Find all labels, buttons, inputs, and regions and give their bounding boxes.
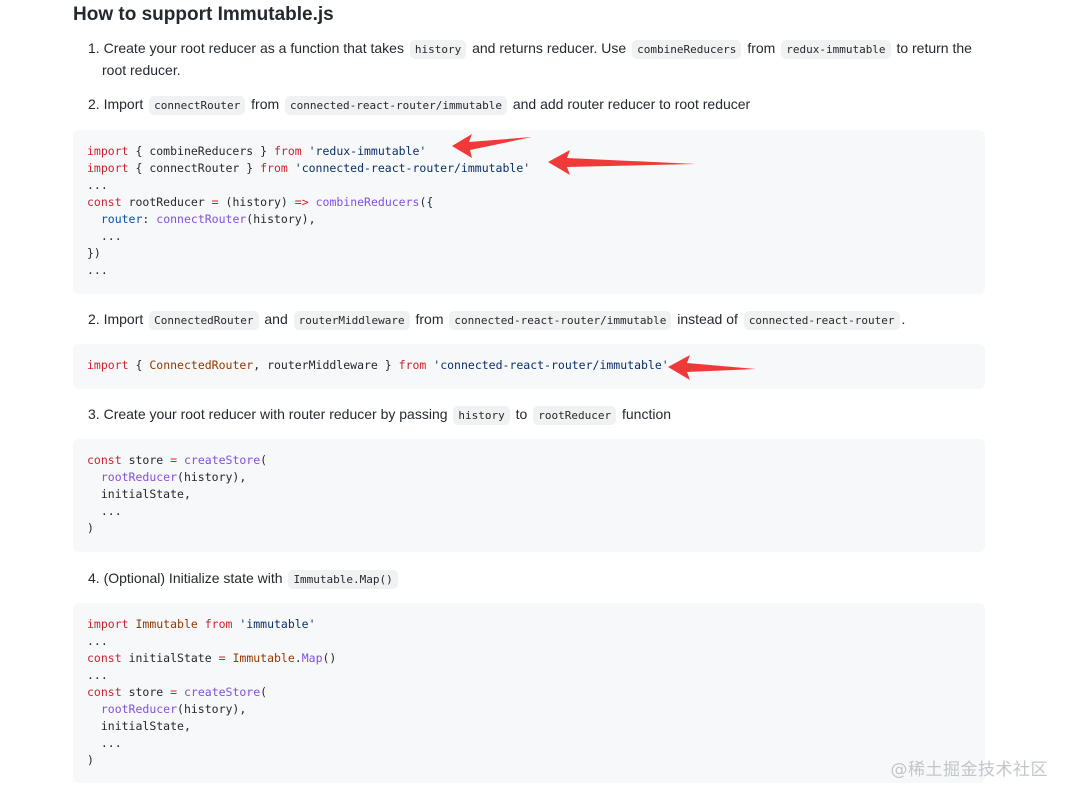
step-4: 4. (Optional) Initialize state with Immu… [88, 568, 400, 590]
inline-code: rootReducer [533, 406, 617, 425]
section-heading: How to support Immutable.js [73, 4, 334, 25]
step-2-import-connected-router: 2. Import ConnectedRouter and routerMidd… [88, 309, 905, 331]
watermark: @稀土掘金技术社区 [890, 760, 1048, 780]
step-3: 3. Create your root reducer with router … [88, 404, 671, 426]
inline-code: history [453, 406, 510, 425]
red-arrow-icon [548, 150, 696, 175]
inline-code: connected-react-router/immutable [285, 96, 507, 115]
step-2-import-connect-router: 2. Import connectRouter from connected-r… [88, 94, 750, 116]
red-arrow-icon [452, 134, 532, 158]
inline-code: redux-immutable [781, 40, 891, 59]
code-block-create-store: const store = createStore( rootReducer(h… [73, 439, 985, 552]
inline-code: connectRouter [149, 96, 246, 115]
code-block-import-connected-router: import { ConnectedRouter, routerMiddlewa… [73, 344, 985, 389]
code-block-immutable-initial-state: import Immutable from 'immutable' ... co… [73, 603, 985, 783]
step-1: 1. Create your root reducer as a functio… [88, 40, 972, 78]
inline-code: history [409, 40, 467, 59]
red-arrow-icon [668, 355, 756, 380]
inline-code: connected-react-router [743, 311, 900, 330]
inline-code: routerMiddleware [293, 311, 410, 330]
inline-code: Immutable.Map() [288, 570, 398, 589]
inline-code: ConnectedRouter [149, 311, 259, 330]
inline-code: connected-react-router/immutable [449, 311, 672, 330]
inline-code: combineReducers [632, 40, 742, 59]
